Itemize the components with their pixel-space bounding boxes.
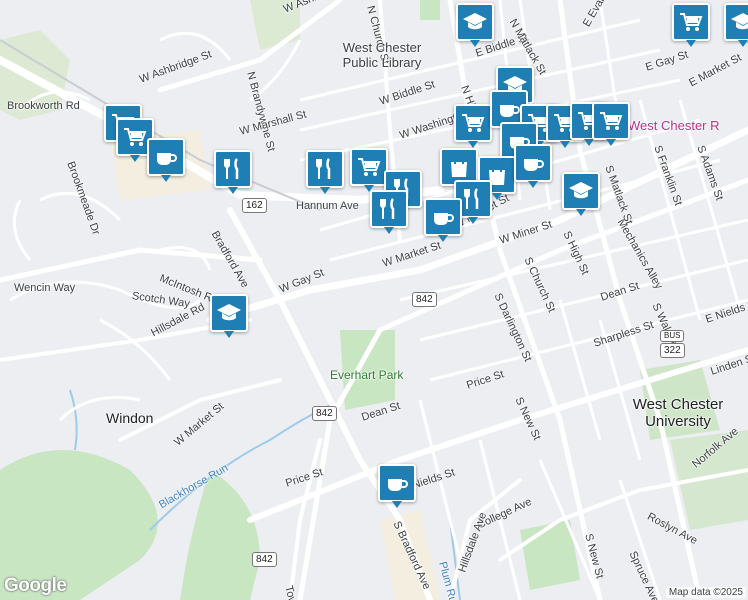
street-label: Hannum Ave: [296, 200, 359, 212]
coffee-icon: [384, 470, 410, 496]
map-pin[interactable]: [210, 294, 248, 338]
education-icon: [568, 178, 594, 204]
map-pin[interactable]: [306, 150, 344, 194]
map-pin[interactable]: [214, 150, 252, 194]
education-icon: [216, 300, 242, 326]
grocery-icon: [460, 110, 486, 136]
restaurant-icon: [376, 196, 402, 222]
grocery-icon: [356, 154, 382, 180]
map-pin[interactable]: [456, 3, 494, 47]
restaurant-icon: [312, 156, 338, 182]
map-data-credit: Map data ©2025: [665, 587, 746, 598]
poi-label-station: West Chester R: [628, 118, 720, 133]
library-label: West Chester Public Library: [342, 40, 422, 70]
place-label-university: West Chester University: [632, 396, 724, 430]
street-label: Wencin Way: [14, 282, 76, 294]
map-canvas[interactable]: W Ashbridge St Brookworth Rd N Brandywin…: [0, 0, 748, 600]
map-pin[interactable]: [454, 104, 492, 148]
street-label: Brookworth Rd: [7, 100, 80, 112]
map-pin[interactable]: [672, 3, 710, 47]
map-pin[interactable]: [424, 198, 462, 242]
grocery-icon: [678, 9, 704, 35]
route-shield: 322: [660, 343, 685, 358]
shopping-icon: [446, 154, 472, 180]
place-label-windon: Windon: [106, 410, 154, 426]
grocery-icon: [122, 124, 148, 150]
route-shield: BUS: [660, 330, 685, 342]
map-pin[interactable]: [378, 464, 416, 508]
route-shield: 842: [412, 292, 437, 307]
coffee-icon: [153, 144, 179, 170]
map-base: [0, 0, 748, 600]
education-icon: [462, 9, 488, 35]
route-shield: 842: [252, 552, 277, 567]
coffee-icon: [430, 204, 456, 230]
route-shield: 162: [242, 198, 267, 213]
coffee-icon: [520, 150, 546, 176]
google-logo: Google: [4, 575, 67, 596]
map-pin[interactable]: [370, 190, 408, 234]
map-pin[interactable]: [724, 3, 748, 47]
restaurant-icon: [220, 156, 246, 182]
map-pin[interactable]: [514, 144, 552, 188]
map-pin[interactable]: [562, 172, 600, 216]
coffee-icon: [496, 96, 522, 122]
route-shield: 842: [312, 406, 337, 421]
map-pin[interactable]: [147, 138, 185, 182]
map-pin[interactable]: [350, 148, 388, 192]
map-pin[interactable]: [592, 102, 630, 146]
park-label-everhart: Everhart Park: [330, 368, 404, 382]
education-icon: [730, 9, 748, 35]
grocery-icon: [598, 108, 624, 134]
restaurant-icon: [460, 186, 486, 212]
